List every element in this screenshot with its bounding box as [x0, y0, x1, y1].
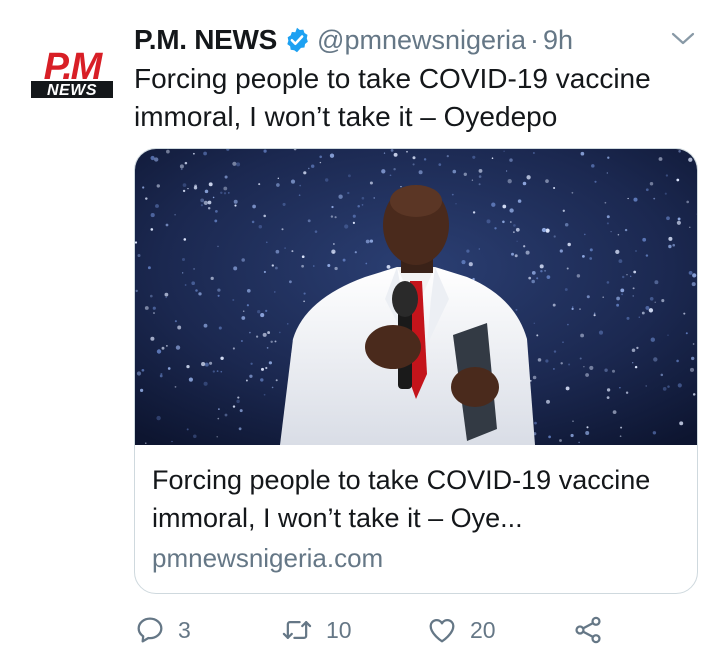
- retweet-icon: [280, 614, 314, 646]
- reply-button[interactable]: 3: [134, 612, 191, 648]
- tweet-timestamp[interactable]: 9h: [543, 25, 573, 56]
- like-button[interactable]: 20: [426, 612, 496, 648]
- retweet-count: 10: [326, 616, 352, 643]
- reply-count: 3: [178, 616, 191, 643]
- svg-text:NEWS: NEWS: [47, 82, 97, 99]
- card-image[interactable]: [135, 149, 697, 445]
- author-name[interactable]: P.M. NEWS: [134, 24, 277, 56]
- reply-icon: [134, 614, 166, 646]
- share-icon: [572, 614, 604, 646]
- tweet-header: P.M. NEWS @pmnewsnigeria · 9h: [134, 20, 694, 60]
- like-count: 20: [470, 616, 496, 643]
- tweet-actions: 3 10 20: [134, 612, 614, 648]
- share-button[interactable]: [572, 612, 604, 648]
- author-avatar[interactable]: P.M NEWS: [28, 46, 116, 100]
- tweet[interactable]: P.M NEWS P.M. NEWS @pmnewsnigeria · 9h F…: [0, 0, 720, 656]
- card-title[interactable]: Forcing people to take COVID-19 vaccine …: [152, 461, 682, 537]
- author-handle[interactable]: @pmnewsnigeria: [317, 25, 526, 56]
- chevron-down-icon[interactable]: [668, 26, 698, 50]
- verified-badge-icon: [283, 26, 311, 54]
- card-domain[interactable]: pmnewsnigeria.com: [152, 543, 383, 574]
- tweet-text: Forcing people to take COVID-19 vaccine …: [134, 63, 651, 132]
- pm-news-logo: P.M NEWS: [31, 46, 113, 99]
- retweet-button[interactable]: 10: [280, 612, 352, 648]
- link-card[interactable]: Forcing people to take COVID-19 vaccine …: [134, 148, 698, 594]
- heart-icon: [426, 614, 458, 646]
- separator-dot: ·: [530, 24, 540, 55]
